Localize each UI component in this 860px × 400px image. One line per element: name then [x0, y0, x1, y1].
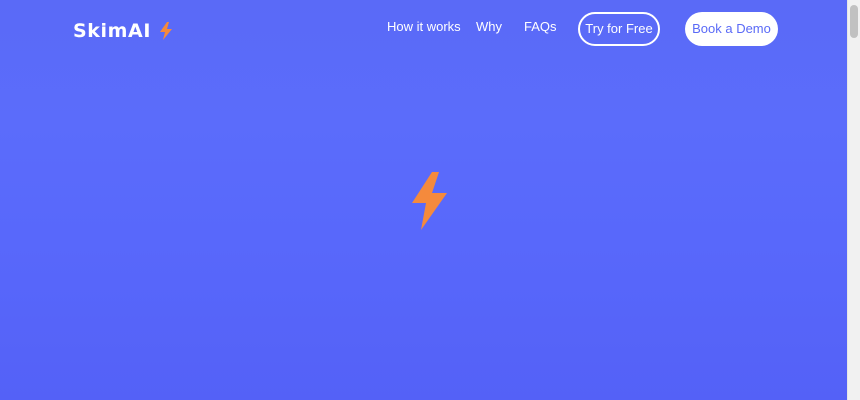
nav-how-it-works[interactable]: How it works	[387, 19, 461, 35]
page: SkimAI How it works Why FAQs Try for Fre…	[0, 0, 860, 400]
nav-faqs[interactable]: FAQs	[524, 19, 557, 35]
brand-logo[interactable]: SkimAI	[73, 19, 173, 43]
lightning-bolt-icon	[160, 22, 173, 40]
try-for-free-button[interactable]: Try for Free	[578, 12, 660, 46]
vertical-scrollbar[interactable]	[847, 0, 860, 400]
brand-name: SkimAI	[73, 20, 152, 42]
scrollbar-thumb[interactable]	[850, 5, 858, 38]
book-demo-button[interactable]: Book a Demo	[685, 12, 778, 46]
hero-lightning-bolt-icon	[412, 172, 447, 230]
site-header: SkimAI How it works Why FAQs Try for Fre…	[0, 0, 847, 60]
viewport: SkimAI How it works Why FAQs Try for Fre…	[0, 0, 847, 400]
nav-why[interactable]: Why	[476, 19, 502, 35]
